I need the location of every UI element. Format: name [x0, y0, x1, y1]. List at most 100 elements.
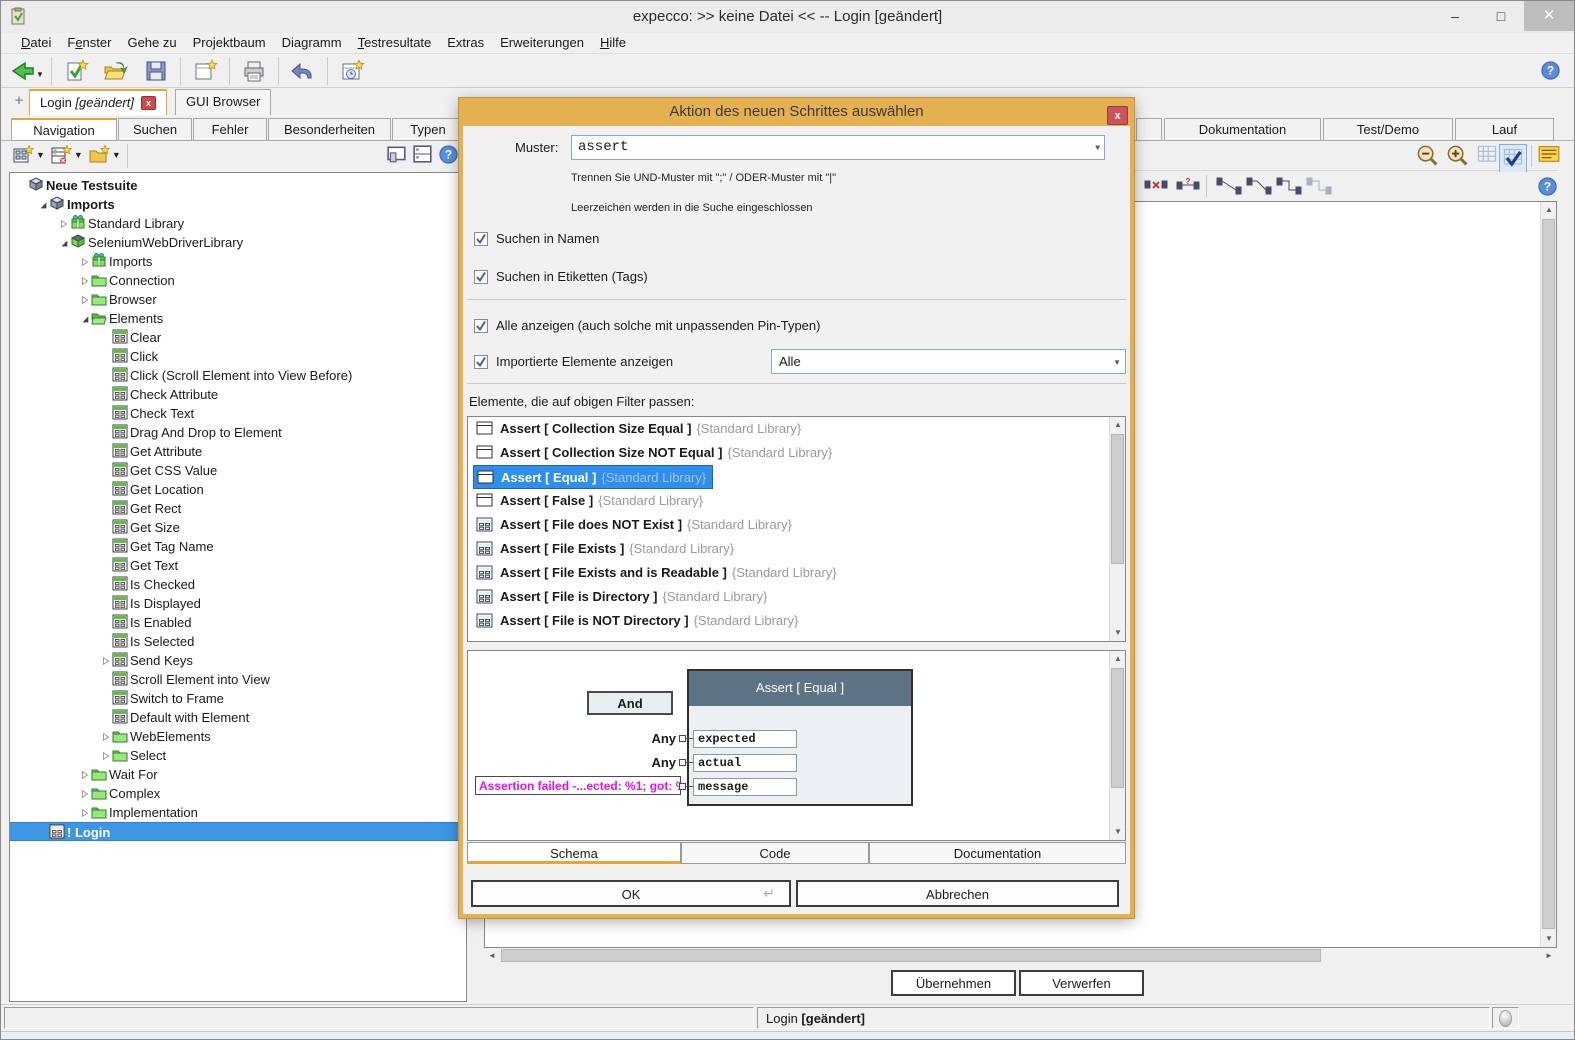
grid-checked-button[interactable]: [1499, 144, 1527, 175]
notes-button[interactable]: [1538, 144, 1560, 167]
menu-erweiterungen[interactable]: Erweiterungen: [492, 33, 592, 54]
tree-item-is-displayed[interactable]: Is Displayed: [10, 594, 466, 613]
zoom-in-button[interactable]: [1446, 144, 1470, 171]
discard-button[interactable]: Verwerfen: [1019, 970, 1144, 996]
checkbox-show-all[interactable]: Alle anzeigen (auch solche mit unpassend…: [474, 318, 820, 334]
open-folder-button[interactable]: [96, 57, 136, 85]
check-new-button[interactable]: [56, 57, 96, 85]
minimize-button[interactable]: –: [1432, 1, 1478, 31]
element-item[interactable]: Assert [ File does NOT Exist ]{Standard …: [468, 513, 1125, 537]
chevron-down-icon[interactable]: ▼: [1113, 358, 1121, 367]
tree-item-browser[interactable]: Browser: [10, 290, 466, 309]
connect-direct-button[interactable]: [1216, 177, 1242, 198]
tab-lauf[interactable]: Lauf: [1455, 118, 1554, 141]
scrollbar-thumb[interactable]: [501, 949, 1321, 962]
tree-item-login[interactable]: ! Login: [10, 822, 466, 841]
tree-item-clear[interactable]: Clear: [10, 328, 466, 347]
checkbox-checked-icon[interactable]: [474, 355, 488, 369]
tree-item-wait-for[interactable]: Wait For: [10, 765, 466, 784]
checkbox-search-tags[interactable]: Suchen in Etiketten (Tags): [474, 269, 648, 285]
expander-expanded-icon[interactable]: [58, 234, 70, 253]
expander-expanded-icon[interactable]: [37, 196, 49, 215]
tree-item-switch-to-frame[interactable]: Switch to Frame: [10, 689, 466, 708]
tree-item-imports[interactable]: Imports: [10, 252, 466, 271]
tree-item-default-with-element[interactable]: Default with Element: [10, 708, 466, 727]
tab-fehler[interactable]: Fehler: [193, 118, 267, 141]
pin-connector-icon[interactable]: [679, 735, 686, 742]
element-item[interactable]: Assert [ False ]{Standard Library}: [468, 489, 1125, 513]
menu-datei[interactable]: Datei: [13, 33, 59, 54]
checkbox-search-names[interactable]: Suchen in Namen: [474, 231, 599, 247]
element-item[interactable]: Assert [ File is Directory ]{Standard Li…: [468, 585, 1125, 609]
tree-item-scroll-element-into-view[interactable]: Scroll Element into View: [10, 670, 466, 689]
element-item[interactable]: Assert [ File Exists and is Readable ]{S…: [468, 561, 1125, 585]
tab-stub[interactable]: [1136, 118, 1162, 141]
tree-item-get-css-value[interactable]: Get CSS Value: [10, 461, 466, 480]
tree-item-check-text[interactable]: Check Text: [10, 404, 466, 423]
expander-collapsed-icon[interactable]: [79, 785, 91, 804]
maximize-button[interactable]: □: [1478, 1, 1524, 31]
chevron-down-icon[interactable]: ▼: [1095, 144, 1100, 153]
menu-gehe-zu[interactable]: Gehe zu: [119, 33, 184, 54]
document-tab-login[interactable]: Login [geändert]x: [29, 89, 167, 115]
menu-projektbaum[interactable]: Projektbaum: [185, 33, 274, 54]
pattern-input[interactable]: assert ▼: [571, 135, 1105, 160]
tab-besonderheiten[interactable]: Besonderheiten: [268, 118, 391, 141]
tree-item-get-tag-name[interactable]: Get Tag Name: [10, 537, 466, 556]
tab-schema[interactable]: Schema: [467, 842, 681, 864]
imported-filter-select[interactable]: Alle ▼: [771, 349, 1126, 374]
scrollbar-thumb[interactable]: [1111, 434, 1124, 564]
ok-button[interactable]: OK↵: [471, 880, 791, 907]
menu-testresultate[interactable]: Testresultate: [350, 33, 440, 54]
connect-step-disabled-button[interactable]: [1306, 177, 1332, 198]
expander-collapsed-icon[interactable]: [79, 291, 91, 310]
tab-dokumentation[interactable]: Dokumentation: [1164, 118, 1321, 141]
tree-item-is-enabled[interactable]: Is Enabled: [10, 613, 466, 632]
expander-collapsed-icon[interactable]: [100, 747, 112, 766]
tree-item-connection[interactable]: Connection: [10, 271, 466, 290]
tree-item-select[interactable]: Select: [10, 746, 466, 765]
new-folder-button[interactable]: [89, 145, 111, 168]
tree-item-is-checked[interactable]: Is Checked: [10, 575, 466, 594]
close-button[interactable]: ✕: [1524, 1, 1574, 31]
tree-item-send-keys[interactable]: Send Keys: [10, 651, 466, 670]
checkbox-show-imported[interactable]: Importierte Elemente anzeigen: [474, 354, 673, 370]
tree-item-neue-testsuite[interactable]: Neue Testsuite: [10, 176, 466, 195]
scroll-right-arrow[interactable]: ►: [1541, 948, 1557, 964]
menu-hilfe[interactable]: Hilfe: [592, 33, 634, 54]
split-view-button[interactable]: [413, 145, 433, 166]
expander-collapsed-icon[interactable]: [58, 215, 70, 234]
canvas-vertical-scrollbar[interactable]: ▲ ▼: [1540, 202, 1556, 947]
tree-item-get-size[interactable]: Get Size: [10, 518, 466, 537]
element-item[interactable]: Assert [ Collection Size Equal ]{Standar…: [468, 417, 1125, 441]
tree-item-complex[interactable]: Complex: [10, 784, 466, 803]
expander-collapsed-icon[interactable]: [79, 766, 91, 785]
pin-question-button[interactable]: ?: [1176, 177, 1200, 196]
tree-item-webelements[interactable]: WebElements: [10, 727, 466, 746]
help-icon[interactable]: ?: [439, 145, 458, 167]
element-item[interactable]: Assert [ File is NOT Directory ]{Standar…: [468, 609, 1125, 633]
canvas-horizontal-scrollbar[interactable]: ◄ ►: [484, 948, 1557, 964]
pin-field-expected[interactable]: expected: [693, 730, 797, 748]
menu-extras[interactable]: Extras: [439, 33, 492, 54]
save-button[interactable]: [136, 57, 176, 85]
tab-test-demo[interactable]: Test/Demo: [1323, 118, 1453, 141]
pin-connector-icon[interactable]: [679, 783, 686, 790]
window-settings-button[interactable]: [332, 57, 372, 85]
expander-collapsed-icon[interactable]: [100, 728, 112, 747]
tree-item-is-selected[interactable]: Is Selected: [10, 632, 466, 651]
preview-vertical-scrollbar[interactable]: ▲ ▼: [1109, 651, 1125, 840]
tree-item-get-rect[interactable]: Get Rect: [10, 499, 466, 518]
tab-close-icon[interactable]: x: [141, 96, 156, 110]
scrollbar-thumb[interactable]: [1542, 219, 1555, 929]
new-grid-item-button[interactable]: [13, 145, 35, 168]
tree-item-seleniumwebdriverlibrary[interactable]: SeleniumWebDriverLibrary: [10, 233, 466, 252]
checkbox-checked-icon[interactable]: [474, 319, 488, 333]
pin-field-message[interactable]: message: [693, 778, 797, 796]
scroll-down-arrow[interactable]: ▼: [1110, 625, 1126, 641]
chevron-down-icon[interactable]: ▼: [112, 150, 121, 160]
scroll-left-arrow[interactable]: ◄: [484, 948, 500, 964]
add-tab-button[interactable]: +: [11, 93, 27, 109]
tree-item-check-attribute[interactable]: Check Attribute: [10, 385, 466, 404]
checkbox-checked-icon[interactable]: [474, 270, 488, 284]
